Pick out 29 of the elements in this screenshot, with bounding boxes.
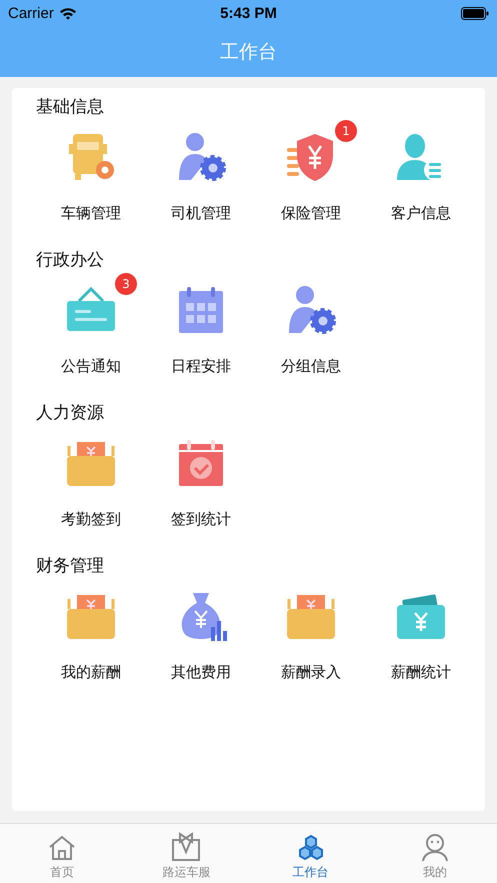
menu-item[interactable]: 考勤签到 xyxy=(36,426,146,551)
menu-item[interactable]: 薪酬统计 xyxy=(366,579,476,704)
menu-item[interactable]: 1 保险管理 xyxy=(256,120,366,245)
hexagons-icon xyxy=(296,834,325,862)
section-title: 财务管理 xyxy=(36,555,104,578)
person-icon xyxy=(420,832,450,862)
menu-item[interactable]: 分组信息 xyxy=(256,273,366,398)
menu-item[interactable]: 签到统计 xyxy=(146,426,256,551)
section-title: 基础信息 xyxy=(36,96,104,119)
menu-item[interactable]: 薪酬录入 xyxy=(256,579,366,704)
battery-icon xyxy=(461,6,489,20)
count-badge: 3 xyxy=(115,273,137,295)
menu-item[interactable]: 其他费用 xyxy=(146,579,256,704)
menu-item[interactable]: 3 公告通知 xyxy=(36,273,146,398)
menu-item[interactable]: 司机管理 xyxy=(146,120,256,245)
wifi-icon xyxy=(58,6,77,20)
menu-item[interactable]: 日程安排 xyxy=(146,273,256,398)
menu-item[interactable]: 我的薪酬 xyxy=(36,579,146,704)
section-title: 人力资源 xyxy=(36,402,104,425)
bow-tie-icon xyxy=(171,832,202,862)
menu-item[interactable]: 客户信息 xyxy=(366,120,476,245)
section-title: 行政办公 xyxy=(36,249,104,272)
menu-item[interactable]: 车辆管理 xyxy=(36,120,146,245)
carrier-name: Carrier xyxy=(8,4,54,22)
home-icon xyxy=(47,834,78,862)
status-time: 5:43 PM xyxy=(219,4,278,22)
count-badge: 1 xyxy=(335,120,357,142)
page-title: 工作台 xyxy=(220,40,277,64)
tab[interactable]: 工作台 xyxy=(248,824,373,883)
